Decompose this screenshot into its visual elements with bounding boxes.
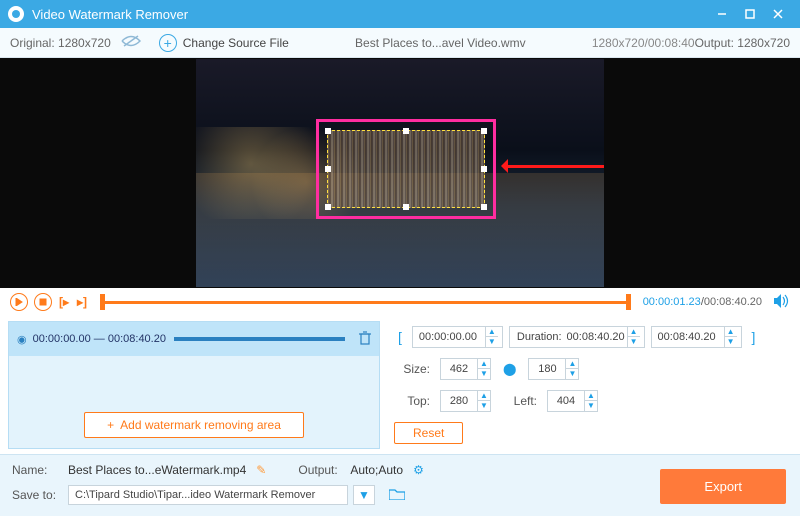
seek-track[interactable] <box>100 296 631 308</box>
video-frame[interactable] <box>196 59 604 287</box>
spin-up[interactable]: ▲ <box>478 359 490 369</box>
range-end-input[interactable]: ▲▼ <box>651 326 742 348</box>
selection-highlight <box>316 119 496 219</box>
app-logo-icon <box>8 6 24 22</box>
spin-down[interactable]: ▼ <box>486 337 498 347</box>
resize-handle[interactable] <box>325 204 331 210</box>
spin-up[interactable]: ▲ <box>486 327 498 337</box>
spin-up[interactable]: ▲ <box>585 391 597 401</box>
size-row: Size: ▲▼ ⬤ ▲▼ <box>394 358 786 380</box>
playback-time: 00:00:01.23/00:08:40.20 <box>643 296 762 308</box>
play-button[interactable] <box>10 293 28 311</box>
left-label: Left: <box>497 394 537 408</box>
spin-up[interactable]: ▲ <box>566 359 578 369</box>
minimize-button[interactable] <box>708 0 736 28</box>
link-dimensions-icon[interactable]: ⬤ <box>503 362 516 376</box>
time-range-row: [ ▲▼ Duration:▲▼ ▲▼ ] <box>394 326 786 348</box>
width-input[interactable]: ▲▼ <box>440 358 491 380</box>
segment-end: 00:08:40.20 <box>108 333 166 345</box>
segment-track[interactable] <box>174 337 345 341</box>
bracket-left-icon[interactable]: [ <box>394 329 406 345</box>
output-format: Auto;Auto <box>350 463 403 477</box>
watermark-selection[interactable] <box>327 130 485 208</box>
segment-panel: ◉ 00:00:00.00 — 00:08:40.20 + Add waterm… <box>8 321 380 449</box>
spin-down[interactable]: ▼ <box>585 401 597 411</box>
bottom-bar: Name: Best Places to...eWatermark.mp4 ✎ … <box>0 454 800 516</box>
spin-down[interactable]: ▼ <box>478 369 490 379</box>
source-filename: Best Places to...avel Video.wmv <box>299 36 582 50</box>
add-watermark-area-button[interactable]: + Add watermark removing area <box>84 412 304 438</box>
output-settings-icon[interactable]: ⚙ <box>413 463 424 477</box>
playback-bar: [▸ ▸] 00:00:01.23/00:08:40.20 <box>0 288 800 316</box>
seek-start-marker[interactable] <box>100 294 105 310</box>
spin-up[interactable]: ▲ <box>628 327 640 337</box>
spin-up[interactable]: ▲ <box>725 327 737 337</box>
reset-row: Reset <box>394 422 786 444</box>
change-source-button[interactable]: + Change Source File <box>159 34 289 52</box>
left-input[interactable]: ▲▼ <box>547 390 598 412</box>
size-label: Size: <box>394 362 430 376</box>
position-row: Top: ▲▼ Left: ▲▼ <box>394 390 786 412</box>
spin-down[interactable]: ▼ <box>725 337 737 347</box>
output-name: Best Places to...eWatermark.mp4 <box>68 463 246 477</box>
output-label: Output: 1280x720 <box>695 36 790 50</box>
output-format-label: Output: <box>298 463 344 477</box>
video-preview <box>0 58 800 288</box>
resize-handle[interactable] <box>403 128 409 134</box>
mark-out-button[interactable]: ▸] <box>76 295 88 309</box>
pin-icon: ◉ <box>17 333 27 346</box>
export-button[interactable]: Export <box>660 469 786 504</box>
resize-handle[interactable] <box>481 128 487 134</box>
height-input[interactable]: ▲▼ <box>528 358 579 380</box>
save-path-input[interactable]: C:\Tipard Studio\Tipar...ideo Watermark … <box>68 485 348 505</box>
toolbar: Original: 1280x720 + Change Source File … <box>0 28 800 58</box>
seek-end-marker[interactable] <box>626 294 631 310</box>
spin-down[interactable]: ▼ <box>478 401 490 411</box>
reset-button[interactable]: Reset <box>394 422 463 444</box>
name-label: Name: <box>12 463 62 477</box>
range-start-input[interactable]: ▲▼ <box>412 326 503 348</box>
save-label: Save to: <box>12 488 62 502</box>
duration-input[interactable]: Duration:▲▼ <box>509 326 645 348</box>
mark-in-button[interactable]: [▸ <box>58 295 70 309</box>
delete-segment-icon[interactable] <box>359 331 371 348</box>
edit-name-icon[interactable]: ✎ <box>256 463 266 477</box>
top-input[interactable]: ▲▼ <box>440 390 491 412</box>
spin-up[interactable]: ▲ <box>478 391 490 401</box>
resize-handle[interactable] <box>325 166 331 172</box>
resize-handle[interactable] <box>403 204 409 210</box>
visibility-toggle-icon[interactable] <box>121 34 141 51</box>
segment-start: 00:00:00.00 <box>33 333 91 345</box>
resize-handle[interactable] <box>481 204 487 210</box>
close-button[interactable] <box>764 0 792 28</box>
open-folder-icon[interactable] <box>389 488 405 503</box>
maximize-button[interactable] <box>736 0 764 28</box>
resize-handle[interactable] <box>325 128 331 134</box>
controls-panel: [ ▲▼ Duration:▲▼ ▲▼ ] Size: ▲▼ ⬤ ▲▼ Top:… <box>380 316 800 454</box>
stop-button[interactable] <box>34 293 52 311</box>
segment-row[interactable]: ◉ 00:00:00.00 — 00:08:40.20 <box>9 322 379 356</box>
plus-icon: + <box>107 418 114 432</box>
app-title: Video Watermark Remover <box>32 7 708 22</box>
resize-handle[interactable] <box>481 166 487 172</box>
spin-down[interactable]: ▼ <box>628 337 640 347</box>
change-source-label: Change Source File <box>183 36 289 50</box>
title-bar: Video Watermark Remover <box>0 0 800 28</box>
bracket-right-icon[interactable]: ] <box>748 329 760 345</box>
lower-panel: ◉ 00:00:00.00 — 00:08:40.20 + Add waterm… <box>0 316 800 454</box>
volume-icon[interactable] <box>774 294 790 311</box>
original-label: Original: 1280x720 <box>10 36 111 50</box>
top-label: Top: <box>394 394 430 408</box>
spin-down[interactable]: ▼ <box>566 369 578 379</box>
annotation-arrow-icon <box>504 165 604 168</box>
source-dimensions: 1280x720/00:08:40 <box>592 36 695 50</box>
plus-icon: + <box>159 34 177 52</box>
save-path-dropdown[interactable]: ▼ <box>353 485 375 505</box>
